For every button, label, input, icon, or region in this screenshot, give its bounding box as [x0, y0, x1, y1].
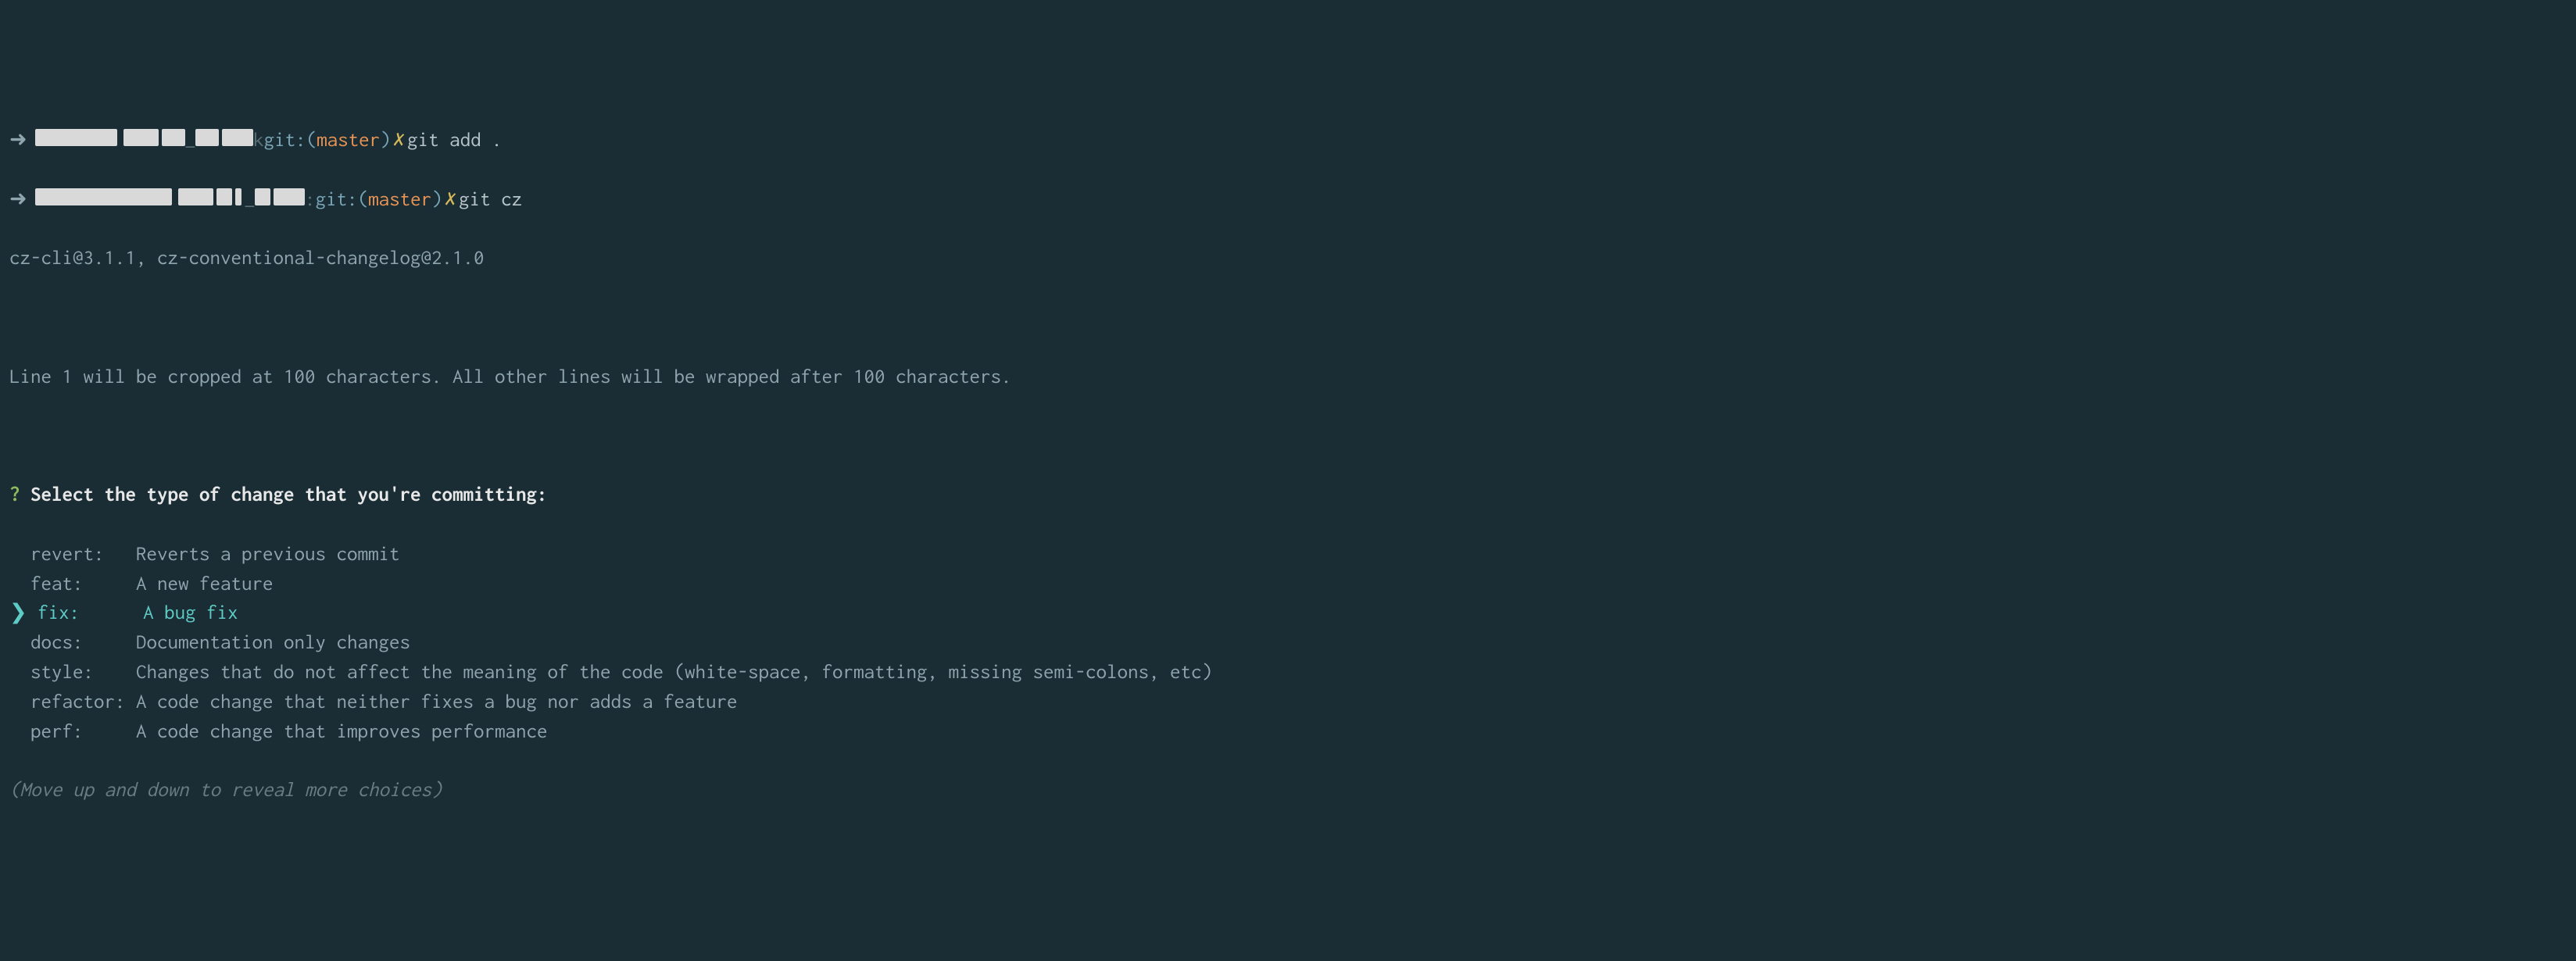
redacted-text [123, 129, 159, 146]
option-type: style: [30, 661, 126, 683]
prompt-arrow-icon: ➜ [9, 185, 27, 215]
options-list[interactable]: revert: Reverts a previous commit feat: … [9, 540, 2567, 747]
option-pointer-icon [9, 573, 20, 595]
prompt-arrow-icon: ➜ [9, 126, 27, 155]
option-pointer-icon [9, 720, 20, 742]
command-text: git add . [407, 126, 503, 155]
question-mark-icon: ? [9, 484, 20, 506]
dark-suffix: : [305, 185, 316, 215]
option-item[interactable]: docs: Documentation only changes [9, 628, 2567, 658]
option-item[interactable]: style: Changes that do not affect the me… [9, 658, 2567, 688]
redacted-text [222, 129, 253, 146]
option-type: perf: [30, 720, 126, 742]
prompt-line-1: ➜ _k git:(master) ✗ git add . [9, 126, 2567, 155]
option-item[interactable]: perf: A code change that improves perfor… [9, 717, 2567, 747]
option-description: A code change that improves performance [136, 720, 548, 742]
option-type: feat: [30, 573, 126, 595]
redacted-text [216, 188, 232, 205]
option-description: Reverts a previous commit [136, 543, 400, 565]
option-description: Changes that do not affect the meaning o… [136, 661, 1212, 683]
option-pointer-icon: ❯ [9, 602, 27, 623]
redacted-text [35, 129, 117, 146]
git-suffix: ) [431, 185, 442, 215]
option-description: A code change that neither fixes a bug n… [136, 691, 738, 713]
blank-line [9, 421, 2567, 451]
redacted-text [255, 188, 270, 205]
git-prefix: git:( [264, 126, 317, 155]
redacted-text [178, 188, 213, 205]
option-pointer-icon [9, 691, 20, 713]
option-pointer-icon [9, 631, 20, 653]
dark-suffix: k [253, 126, 264, 155]
question-text: Select the type of change that you're co… [30, 484, 548, 506]
dirty-mark-icon: ✗ [394, 126, 405, 155]
redacted-text [195, 129, 219, 146]
info-line: Line 1 will be cropped at 100 characters… [9, 363, 2567, 392]
redacted-text [162, 129, 185, 146]
version-info: cz-cli@3.1.1, cz-conventional-changelog@… [9, 244, 2567, 273]
prompt-line-2: ➜ _: git:(master) ✗ git cz [9, 185, 2567, 215]
git-prefix: git:( [316, 185, 369, 215]
option-item[interactable]: feat: A new feature [9, 570, 2567, 599]
dirty-mark-icon: ✗ [445, 185, 456, 215]
navigation-hint: (Move up and down to reveal more choices… [9, 776, 2567, 806]
git-branch: master [317, 126, 380, 155]
option-item[interactable]: ❯ fix: A bug fix [9, 598, 2567, 628]
git-branch: master [368, 185, 431, 215]
option-description: A bug fix [143, 602, 238, 623]
redacted-text [274, 188, 305, 205]
option-description: Documentation only changes [136, 631, 410, 653]
option-pointer-icon [9, 661, 20, 683]
question-line: ? Select the type of change that you're … [9, 480, 2567, 510]
option-type: revert: [30, 543, 126, 565]
option-item[interactable]: refactor: A code change that neither fix… [9, 688, 2567, 717]
option-item[interactable]: revert: Reverts a previous commit [9, 540, 2567, 570]
option-pointer-icon [9, 543, 20, 565]
option-type: fix: [38, 602, 133, 623]
command-text: git cz [459, 185, 522, 215]
option-type: refactor: [30, 691, 126, 713]
git-suffix: ) [380, 126, 391, 155]
blank-line [9, 303, 2567, 333]
option-type: docs: [30, 631, 126, 653]
redacted-text [235, 188, 242, 205]
redacted-text [35, 188, 172, 205]
option-description: A new feature [136, 573, 274, 595]
